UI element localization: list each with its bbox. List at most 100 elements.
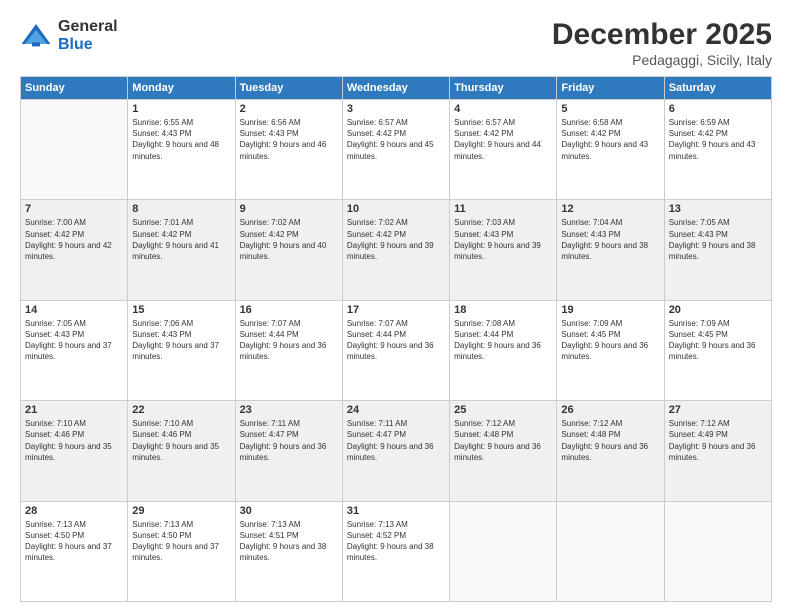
cell-content: Sunrise: 7:07 AMSunset: 4:44 PMDaylight:… (240, 318, 338, 363)
calendar-cell: 23 Sunrise: 7:11 AMSunset: 4:47 PMDayligh… (235, 401, 342, 501)
empty-cell (557, 501, 664, 601)
calendar-cell: 12 Sunrise: 7:04 AMSunset: 4:43 PMDayligh… (557, 200, 664, 300)
day-number: 13 (669, 203, 767, 215)
day-number: 27 (669, 404, 767, 416)
day-number: 18 (454, 304, 552, 316)
col-saturday: Saturday (664, 77, 771, 100)
header: General Blue December 2025 Pedagaggi, Si… (20, 18, 772, 68)
day-number: 15 (132, 304, 230, 316)
logo-blue-text: Blue (58, 36, 118, 54)
col-thursday: Thursday (450, 77, 557, 100)
calendar-cell: 18 Sunrise: 7:08 AMSunset: 4:44 PMDayligh… (450, 300, 557, 400)
calendar-cell: 31Sunrise: 7:13 AMSunset: 4:52 PMDayligh… (342, 501, 449, 601)
col-monday: Monday (128, 77, 235, 100)
cell-content: Sunrise: 7:12 AMSunset: 4:49 PMDaylight:… (669, 418, 767, 463)
cell-content: Sunrise: 6:59 AMSunset: 4:42 PMDaylight:… (669, 117, 767, 162)
cell-content: Sunrise: 7:03 AMSunset: 4:43 PMDaylight:… (454, 217, 552, 262)
cell-content: Sunrise: 6:57 AMSunset: 4:42 PMDaylight:… (347, 117, 445, 162)
cell-content: Sunrise: 7:07 AMSunset: 4:44 PMDaylight:… (347, 318, 445, 363)
logo-text: General Blue (58, 18, 118, 53)
cell-content: Sunrise: 7:01 AMSunset: 4:42 PMDaylight:… (132, 217, 230, 262)
calendar-cell: 27 Sunrise: 7:12 AMSunset: 4:49 PMDayligh… (664, 401, 771, 501)
calendar-header-row: Sunday Monday Tuesday Wednesday Thursday… (21, 77, 772, 100)
day-number: 20 (669, 304, 767, 316)
day-number: 16 (240, 304, 338, 316)
day-number: 24 (347, 404, 445, 416)
calendar-cell: 1Sunrise: 6:55 AMSunset: 4:43 PMDaylight… (128, 100, 235, 200)
day-number: 21 (25, 404, 123, 416)
col-wednesday: Wednesday (342, 77, 449, 100)
calendar-table: Sunday Monday Tuesday Wednesday Thursday… (20, 76, 772, 602)
calendar-cell: 5Sunrise: 6:58 AMSunset: 4:42 PMDaylight… (557, 100, 664, 200)
cell-content: Sunrise: 7:12 AMSunset: 4:48 PMDaylight:… (561, 418, 659, 463)
cell-content: Sunrise: 7:05 AMSunset: 4:43 PMDaylight:… (669, 217, 767, 262)
calendar-cell: 10 Sunrise: 7:02 AMSunset: 4:42 PMDayligh… (342, 200, 449, 300)
day-number: 1 (132, 103, 230, 115)
cell-content: Sunrise: 7:12 AMSunset: 4:48 PMDaylight:… (454, 418, 552, 463)
cell-content: Sunrise: 7:08 AMSunset: 4:44 PMDaylight:… (454, 318, 552, 363)
cell-content: Sunrise: 7:02 AMSunset: 4:42 PMDaylight:… (240, 217, 338, 262)
calendar-cell: 19Sunrise: 7:09 AMSunset: 4:45 PMDayligh… (557, 300, 664, 400)
calendar-week-row: 28 Sunrise: 7:13 AMSunset: 4:50 PMDayligh… (21, 501, 772, 601)
calendar-week-row: 7 Sunrise: 7:00 AMSunset: 4:42 PMDaylight… (21, 200, 772, 300)
calendar-cell: 6 Sunrise: 6:59 AMSunset: 4:42 PMDaylight… (664, 100, 771, 200)
cell-content: Sunrise: 7:10 AMSunset: 4:46 PMDaylight:… (132, 418, 230, 463)
calendar-cell: 9 Sunrise: 7:02 AMSunset: 4:42 PMDaylight… (235, 200, 342, 300)
cell-content: Sunrise: 7:13 AMSunset: 4:51 PMDaylight:… (240, 519, 338, 564)
calendar-cell: 30Sunrise: 7:13 AMSunset: 4:51 PMDayligh… (235, 501, 342, 601)
day-number: 3 (347, 103, 445, 115)
cell-content: Sunrise: 6:58 AMSunset: 4:42 PMDaylight:… (561, 117, 659, 162)
cell-content: Sunrise: 7:11 AMSunset: 4:47 PMDaylight:… (347, 418, 445, 463)
day-number: 7 (25, 203, 123, 215)
day-number: 11 (454, 203, 552, 215)
cell-content: Sunrise: 7:00 AMSunset: 4:42 PMDaylight:… (25, 217, 123, 262)
cell-content: Sunrise: 7:02 AMSunset: 4:42 PMDaylight:… (347, 217, 445, 262)
cell-content: Sunrise: 7:05 AMSunset: 4:43 PMDaylight:… (25, 318, 123, 363)
day-number: 10 (347, 203, 445, 215)
day-number: 25 (454, 404, 552, 416)
cell-content: Sunrise: 7:09 AMSunset: 4:45 PMDaylight:… (561, 318, 659, 363)
calendar-cell: 15 Sunrise: 7:06 AMSunset: 4:43 PMDayligh… (128, 300, 235, 400)
page: General Blue December 2025 Pedagaggi, Si… (0, 0, 792, 612)
calendar-cell: 2 Sunrise: 6:56 AMSunset: 4:43 PMDaylight… (235, 100, 342, 200)
col-friday: Friday (557, 77, 664, 100)
day-number: 2 (240, 103, 338, 115)
cell-content: Sunrise: 7:09 AMSunset: 4:45 PMDaylight:… (669, 318, 767, 363)
calendar-cell: 25 Sunrise: 7:12 AMSunset: 4:48 PMDayligh… (450, 401, 557, 501)
cell-content: Sunrise: 7:11 AMSunset: 4:47 PMDaylight:… (240, 418, 338, 463)
calendar-cell: 14 Sunrise: 7:05 AMSunset: 4:43 PMDayligh… (21, 300, 128, 400)
day-number: 26 (561, 404, 659, 416)
empty-cell (21, 100, 128, 200)
day-number: 6 (669, 103, 767, 115)
calendar-cell: 4 Sunrise: 6:57 AMSunset: 4:42 PMDaylight… (450, 100, 557, 200)
empty-cell (664, 501, 771, 601)
calendar-cell: 11 Sunrise: 7:03 AMSunset: 4:43 PMDayligh… (450, 200, 557, 300)
cell-content: Sunrise: 7:13 AMSunset: 4:50 PMDaylight:… (25, 519, 123, 564)
calendar-cell: 8Sunrise: 7:01 AMSunset: 4:42 PMDaylight… (128, 200, 235, 300)
cell-content: Sunrise: 6:56 AMSunset: 4:43 PMDaylight:… (240, 117, 338, 162)
calendar-cell: 17 Sunrise: 7:07 AMSunset: 4:44 PMDayligh… (342, 300, 449, 400)
cell-content: Sunrise: 6:57 AMSunset: 4:42 PMDaylight:… (454, 117, 552, 162)
cell-content: Sunrise: 7:04 AMSunset: 4:43 PMDaylight:… (561, 217, 659, 262)
logo-icon (20, 20, 52, 52)
day-number: 17 (347, 304, 445, 316)
empty-cell (450, 501, 557, 601)
day-number: 31 (347, 505, 445, 517)
logo-general-text: General (58, 18, 118, 36)
day-number: 14 (25, 304, 123, 316)
col-tuesday: Tuesday (235, 77, 342, 100)
day-number: 9 (240, 203, 338, 215)
day-number: 12 (561, 203, 659, 215)
calendar-cell: 3 Sunrise: 6:57 AMSunset: 4:42 PMDaylight… (342, 100, 449, 200)
cell-content: Sunrise: 7:06 AMSunset: 4:43 PMDaylight:… (132, 318, 230, 363)
logo: General Blue (20, 18, 118, 53)
calendar-cell: 7 Sunrise: 7:00 AMSunset: 4:42 PMDaylight… (21, 200, 128, 300)
day-number: 29 (132, 505, 230, 517)
calendar-cell: 21Sunrise: 7:10 AMSunset: 4:46 PMDayligh… (21, 401, 128, 501)
day-number: 4 (454, 103, 552, 115)
calendar-cell: 16 Sunrise: 7:07 AMSunset: 4:44 PMDayligh… (235, 300, 342, 400)
calendar-week-row: 1Sunrise: 6:55 AMSunset: 4:43 PMDaylight… (21, 100, 772, 200)
title-block: December 2025 Pedagaggi, Sicily, Italy (552, 18, 772, 68)
day-number: 23 (240, 404, 338, 416)
day-number: 28 (25, 505, 123, 517)
